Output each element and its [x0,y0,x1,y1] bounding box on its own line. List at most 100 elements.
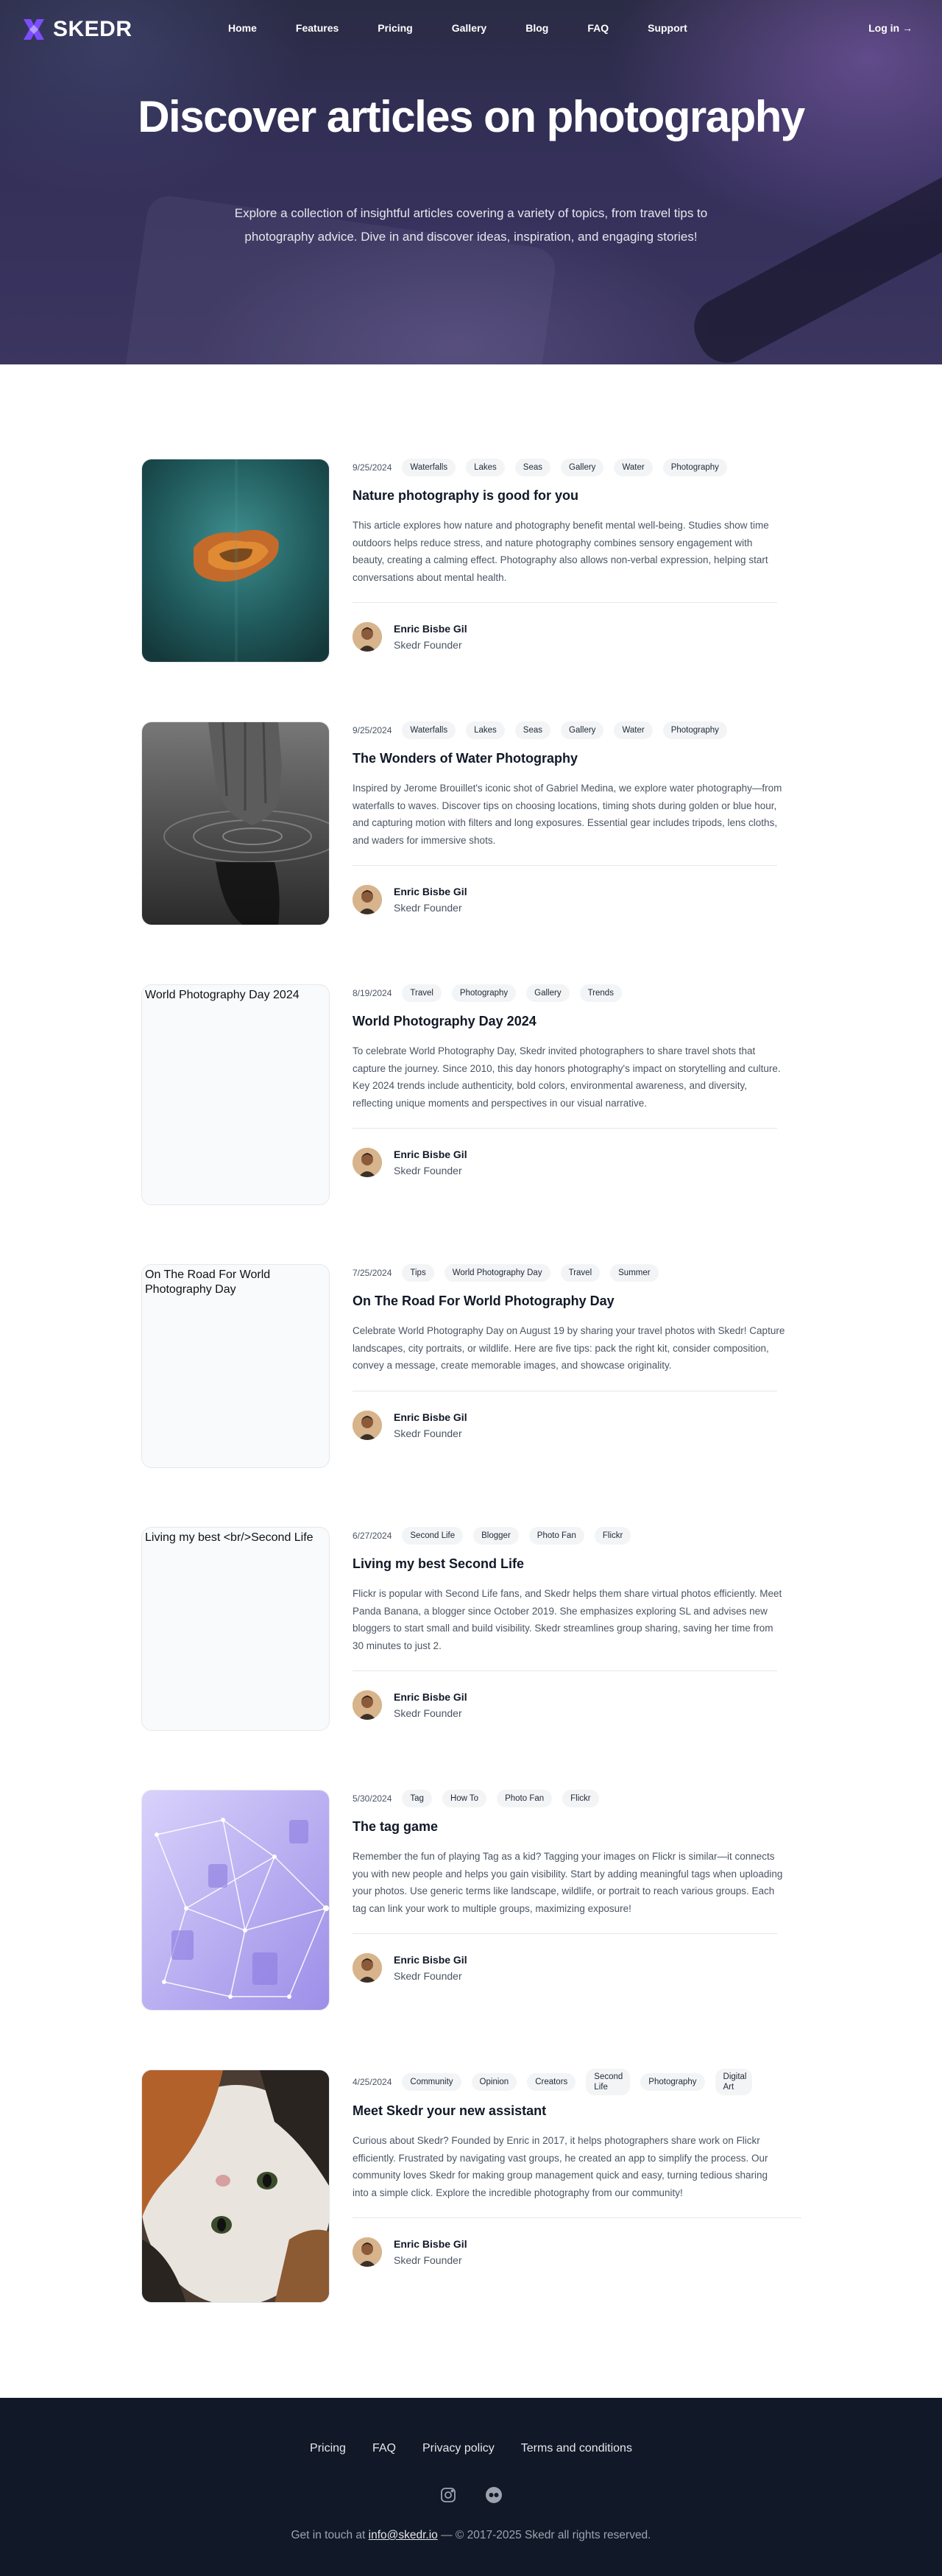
article-author: Enric Bisbe Gil Skedr Founder [353,1146,794,1179]
instagram-icon[interactable] [439,2486,457,2504]
tag-how-to[interactable]: How To [442,1790,487,1807]
divider [353,1670,777,1671]
article-image[interactable]: World Photography Day 2024 [141,984,330,1205]
tag-flickr[interactable]: Flickr [562,1790,599,1807]
nav-features[interactable]: Features [296,22,339,34]
avatar [353,1148,382,1177]
article-meta: 9/25/2024 Waterfalls Lakes Seas Gallery … [353,721,794,739]
tag-photography[interactable]: Photography [451,984,517,1002]
author-info: Enric Bisbe Gil Skedr Founder [394,2236,467,2268]
tag-photo-fan[interactable]: Photo Fan [528,1527,584,1545]
article-image[interactable] [141,721,330,925]
footer-link-privacy[interactable]: Privacy policy [422,2442,495,2455]
tag-photography[interactable]: Photography [662,721,727,739]
tag-tag[interactable]: Tag [402,1790,432,1807]
divider [353,2217,801,2218]
contact-email-link[interactable]: info@skedr.io [369,2529,438,2541]
footer-link-pricing[interactable]: Pricing [310,2442,346,2455]
author-role: Skedr Founder [394,902,462,914]
article-author: Enric Bisbe Gil Skedr Founder [353,1689,794,1721]
avatar [353,885,382,914]
nav-faq[interactable]: FAQ [587,22,609,34]
tag-gallery[interactable]: Gallery [526,984,570,1002]
tag-creators[interactable]: Creators [527,2073,576,2091]
nav-links: Home Features Pricing Gallery Blog FAQ S… [228,22,687,34]
login-link[interactable]: Log in → [868,22,913,34]
tag-trends[interactable]: Trends [579,984,622,1002]
tag-second-life[interactable]: Second Life [402,1527,464,1545]
logo[interactable]: SKEDR [21,16,132,43]
author-role: Skedr Founder [394,2254,462,2266]
article-content: 7/25/2024 Tips World Photography Day Tra… [353,1264,794,1441]
nav-pricing[interactable]: Pricing [378,22,412,34]
article-date: 9/25/2024 [353,462,392,473]
nav-support[interactable]: Support [648,22,687,34]
tag-tips[interactable]: Tips [402,1264,434,1282]
tag-lakes[interactable]: Lakes [466,721,505,739]
skedr-logo-icon [24,19,44,40]
article-excerpt: Curious about Skedr? Founded by Enric in… [353,2135,768,2198]
author-name: Enric Bisbe Gil [394,1411,467,1423]
tag-seas[interactable]: Seas [514,721,550,739]
article-title[interactable]: On The Road For World Photography Day [353,1292,794,1310]
tag-waterfalls[interactable]: Waterfalls [402,459,456,476]
tag-travel[interactable]: Travel [560,1264,601,1282]
author-name: Enric Bisbe Gil [394,1954,467,1966]
tag-summer[interactable]: Summer [610,1264,659,1282]
hero-section: SKEDR Home Features Pricing Gallery Blog… [0,0,942,364]
article-meta: 8/19/2024 Travel Photography Gallery Tre… [353,984,794,1002]
article-author: Enric Bisbe Gil Skedr Founder [353,883,794,916]
article-image[interactable]: On The Road For World Photography Day [141,1264,330,1468]
tag-seas[interactable]: Seas [514,459,550,476]
tag-opinion[interactable]: Opinion [471,2073,517,2091]
avatar [353,1690,382,1720]
article-image[interactable] [141,2069,330,2303]
author-info: Enric Bisbe Gil Skedr Founder [394,883,467,916]
tag-gallery[interactable]: Gallery [561,721,604,739]
hand-water-photo [142,722,329,925]
article-title[interactable]: World Photography Day 2024 [353,1012,794,1030]
article-image[interactable] [141,1790,330,2011]
article-title[interactable]: The tag game [353,1818,794,1835]
article-meta: 4/25/2024 Community Opinion Creators Sec… [353,2069,794,2095]
nav-home[interactable]: Home [228,22,257,34]
flickr-icon[interactable] [485,2486,503,2504]
footer-link-terms[interactable]: Terms and conditions [521,2442,632,2455]
tag-water[interactable]: Water [614,459,653,476]
tag-blogger[interactable]: Blogger [473,1527,519,1545]
tag-gallery[interactable]: Gallery [561,459,604,476]
article-excerpt: Celebrate World Photography Day on Augus… [353,1325,785,1371]
article-content: 9/25/2024 Waterfalls Lakes Seas Gallery … [353,459,794,653]
tag-community[interactable]: Community [402,2073,461,2091]
article-image[interactable] [141,459,330,663]
article-title[interactable]: Nature photography is good for you [353,487,794,504]
nav-blog[interactable]: Blog [525,22,548,34]
article-excerpt: To celebrate World Photography Day, Sked… [353,1045,781,1109]
tag-waterfalls[interactable]: Waterfalls [402,721,456,739]
article-title[interactable]: Meet Skedr your new assistant [353,2102,794,2120]
tag-world-photography-day[interactable]: World Photography Day [444,1264,550,1282]
article-title[interactable]: Living my best Second Life [353,1555,794,1573]
article-author: Enric Bisbe Gil Skedr Founder [353,2236,794,2268]
tag-photo-fan[interactable]: Photo Fan [497,1790,553,1807]
author-info: Enric Bisbe Gil Skedr Founder [394,1689,467,1721]
tag-lakes[interactable]: Lakes [466,459,505,476]
tag-flickr[interactable]: Flickr [594,1527,631,1545]
article-image[interactable]: Living my best <br/>Second Life [141,1527,330,1731]
tag-photography[interactable]: Photography [640,2073,705,2091]
author-name: Enric Bisbe Gil [394,886,467,897]
article-title[interactable]: The Wonders of Water Photography [353,749,794,767]
author-role: Skedr Founder [394,1427,462,1439]
nav-gallery[interactable]: Gallery [452,22,486,34]
tag-digital-art[interactable]: Digital Art [715,2069,752,2095]
footer-link-faq[interactable]: FAQ [372,2442,396,2455]
tag-water[interactable]: Water [614,721,653,739]
page-subtitle: Explore a collection of insightful artic… [234,206,708,244]
avatar [353,1953,382,1983]
tag-photography[interactable]: Photography [662,459,727,476]
author-role: Skedr Founder [394,1970,462,1982]
author-role: Skedr Founder [394,1707,462,1719]
article-author: Enric Bisbe Gil Skedr Founder [353,1409,794,1441]
tag-travel[interactable]: Travel [402,984,442,1002]
tag-second-life[interactable]: Second Life [586,2069,631,2095]
